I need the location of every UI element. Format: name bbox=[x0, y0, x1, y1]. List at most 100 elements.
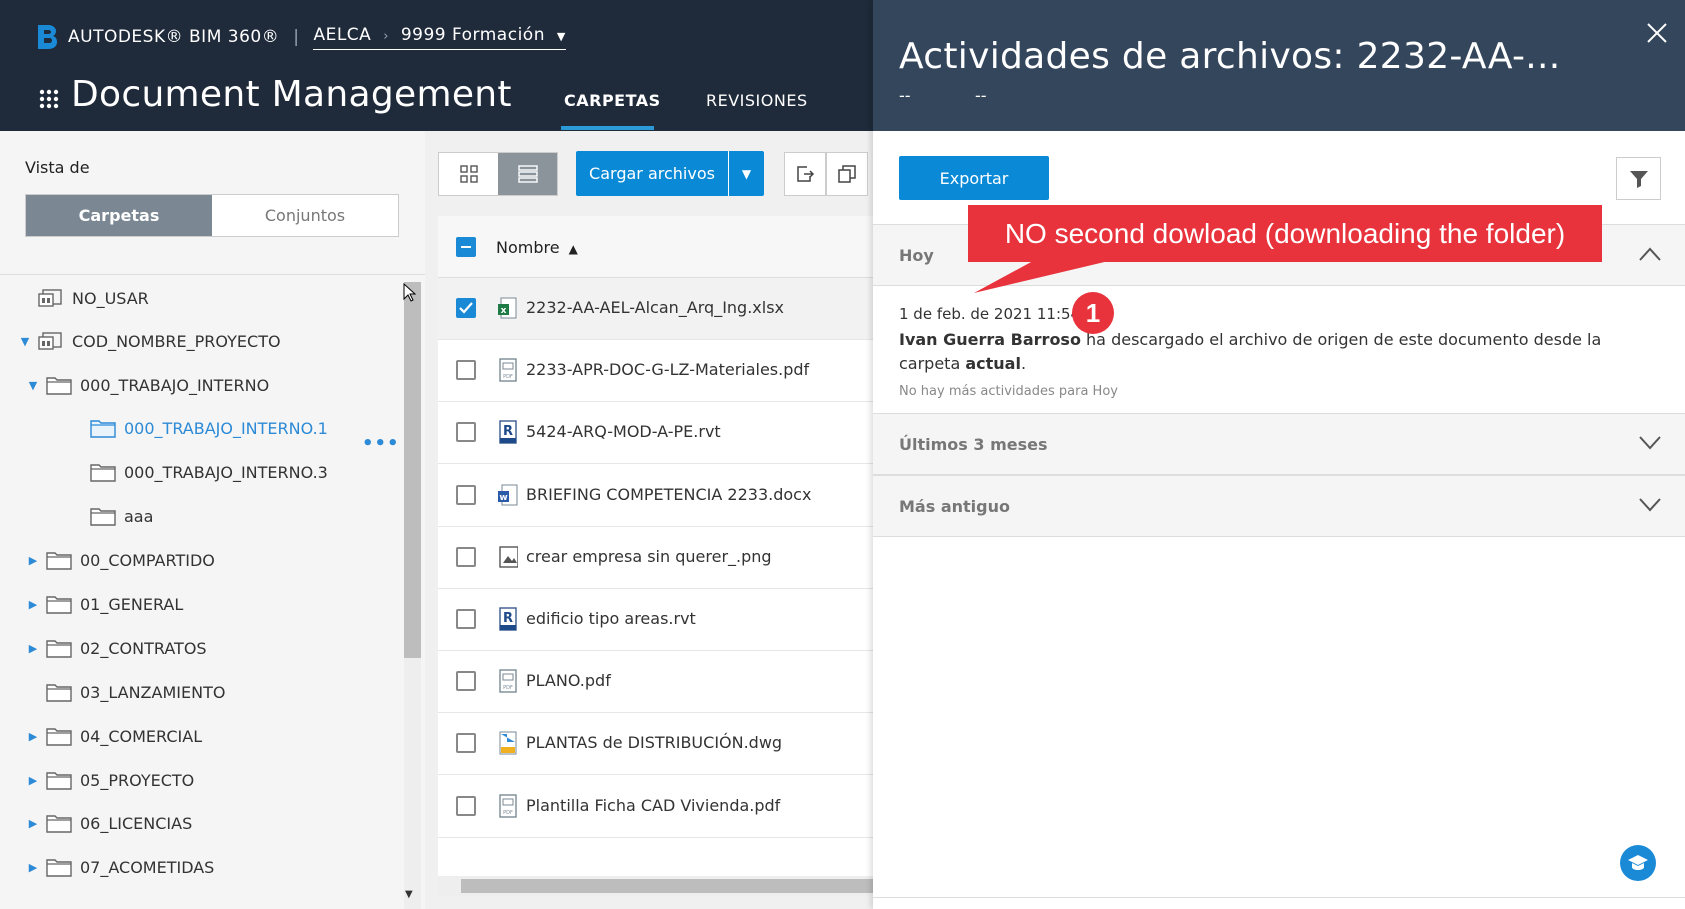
tree-item[interactable]: 000_TRABAJO_INTERNO.3 bbox=[70, 457, 328, 487]
export-button[interactable]: Exportar bbox=[899, 156, 1049, 200]
list-view-button[interactable] bbox=[498, 153, 557, 195]
row-checkbox[interactable] bbox=[456, 484, 476, 505]
folder-icon bbox=[90, 420, 116, 438]
file-name[interactable]: edificio tipo areas.rvt bbox=[526, 609, 696, 628]
move-button[interactable] bbox=[784, 152, 826, 196]
file-name[interactable]: crear empresa sin querer_.png bbox=[526, 547, 772, 566]
file-row[interactable]: R 5424-ARQ-MOD-A-PE.rvt bbox=[438, 402, 873, 465]
tree-item[interactable]: ▶ 06_LICENCIAS bbox=[26, 808, 192, 838]
revit-file-icon: R bbox=[499, 420, 517, 445]
panel-meta-2: -- bbox=[975, 86, 987, 105]
file-name[interactable]: 2232-AA-AEL-Alcan_Arq_Ing.xlsx bbox=[526, 298, 784, 317]
file-row[interactable]: PDF Plantilla Ficha CAD Vivienda.pdf bbox=[438, 775, 873, 838]
project-switcher[interactable]: AELCA › 9999 Formación ▼ bbox=[313, 25, 566, 50]
horizontal-scroll-thumb[interactable] bbox=[461, 879, 873, 893]
indeterminate-mark-icon bbox=[461, 246, 471, 248]
folder-icon bbox=[46, 684, 72, 702]
tree-item[interactable]: ▶ 01_GENERAL bbox=[26, 589, 183, 619]
project-folder-icon bbox=[38, 332, 62, 350]
dwg-file-icon bbox=[499, 731, 517, 755]
grid-view-icon bbox=[459, 165, 478, 183]
tree-item[interactable]: ▶ 04_COMERCIAL bbox=[26, 721, 202, 751]
tree-item[interactable]: ▶ 05_PROYECTO bbox=[26, 765, 194, 795]
collapsed-arrow-icon[interactable]: ▶ bbox=[26, 642, 40, 655]
file-name[interactable]: PLANO.pdf bbox=[526, 671, 611, 690]
folder-icon bbox=[46, 772, 72, 790]
row-checkbox[interactable] bbox=[456, 422, 476, 443]
row-checkbox[interactable] bbox=[456, 733, 476, 754]
grid-view-button[interactable] bbox=[439, 153, 498, 195]
brand-name: AUTODESK® BIM 360® bbox=[68, 27, 280, 47]
upload-dropdown-icon[interactable]: ▼ bbox=[728, 151, 764, 196]
tree-item[interactable]: 000_TRABAJO_INTERNO.1 bbox=[70, 413, 328, 443]
file-name[interactable]: 2233-APR-DOC-G-LZ-Materiales.pdf bbox=[526, 360, 809, 379]
collapsed-arrow-icon[interactable]: ▶ bbox=[26, 861, 40, 874]
no-more-activities: No hay más actividades para Hoy bbox=[899, 384, 1118, 399]
tree-item[interactable]: ▼ COD_NOMBRE_PROYECTO bbox=[18, 326, 281, 356]
file-name[interactable]: Plantilla Ficha CAD Vivienda.pdf bbox=[526, 796, 780, 815]
more-options-icon[interactable]: ••• bbox=[362, 433, 400, 454]
collapsed-arrow-icon[interactable]: ▶ bbox=[26, 774, 40, 787]
folder-icon bbox=[46, 552, 72, 570]
folder-icon bbox=[46, 815, 72, 833]
close-icon[interactable] bbox=[1646, 22, 1668, 44]
row-checkbox[interactable] bbox=[456, 671, 476, 692]
tree-item[interactable]: ▶ 07_ACOMETIDAS bbox=[26, 852, 214, 882]
row-checkbox[interactable] bbox=[456, 609, 476, 629]
tree-item[interactable]: ▶ 00_COMPARTIDO bbox=[26, 545, 215, 575]
file-row[interactable]: PDF PLANO.pdf bbox=[438, 651, 873, 714]
collapsed-arrow-icon[interactable]: ▶ bbox=[26, 730, 40, 743]
column-header-nombre[interactable]: Nombre ▲ bbox=[496, 238, 578, 257]
toggle-conjuntos[interactable]: Conjuntos bbox=[212, 195, 398, 236]
file-row[interactable]: PDF 2233-APR-DOC-G-LZ-Materiales.pdf bbox=[438, 340, 873, 403]
folder-icon bbox=[46, 596, 72, 614]
collapsed-arrow-icon[interactable]: ▶ bbox=[26, 598, 40, 611]
tab-revisiones[interactable]: REVISIONES bbox=[706, 91, 808, 110]
file-row[interactable]: w BRIEFING COMPETENCIA 2233.docx bbox=[438, 464, 873, 527]
file-name[interactable]: BRIEFING COMPETENCIA 2233.docx bbox=[526, 485, 811, 504]
panel-meta-1: -- bbox=[899, 86, 911, 105]
tree-item[interactable]: ▶ 02_CONTRATOS bbox=[26, 633, 207, 663]
svg-text:x: x bbox=[501, 306, 507, 316]
toggle-carpetas[interactable]: Carpetas bbox=[26, 195, 212, 236]
filter-button[interactable] bbox=[1616, 157, 1661, 200]
tree-item-label: 000_TRABAJO_INTERNO.3 bbox=[124, 462, 328, 482]
breadcrumb-chevron-icon: › bbox=[383, 28, 389, 44]
upload-files-button[interactable]: Cargar archivos ▼ bbox=[576, 151, 764, 196]
brand-bar: AUTODESK® BIM 360® | AELCA › 9999 Formac… bbox=[36, 24, 566, 50]
learning-help-button[interactable] bbox=[1620, 845, 1656, 881]
filter-icon bbox=[1629, 170, 1648, 188]
tree-item[interactable]: NO_USAR bbox=[18, 283, 149, 313]
row-checkbox[interactable] bbox=[456, 298, 476, 318]
expanded-arrow-icon[interactable]: ▼ bbox=[26, 379, 40, 392]
scroll-down-arrow-icon[interactable]: ▼ bbox=[405, 889, 413, 900]
row-checkbox[interactable] bbox=[456, 360, 476, 381]
file-name[interactable]: 5424-ARQ-MOD-A-PE.rvt bbox=[526, 422, 721, 441]
file-row[interactable]: x 2232-AA-AEL-Alcan_Arq_Ing.xlsx bbox=[438, 278, 873, 340]
sidebar-scroll-thumb[interactable] bbox=[404, 282, 421, 658]
collapsed-arrow-icon[interactable]: ▶ bbox=[26, 554, 40, 567]
tree-item[interactable]: aaa bbox=[70, 501, 153, 531]
section-ultimos-3-meses[interactable]: Últimos 3 meses bbox=[873, 413, 1685, 475]
file-name[interactable]: PLANTAS de DISTRIBUCIÓN.dwg bbox=[526, 733, 782, 752]
tree-item[interactable]: ▼ 000_TRABAJO_INTERNO bbox=[26, 370, 269, 400]
file-row[interactable]: crear empresa sin querer_.png bbox=[438, 526, 873, 589]
row-checkbox[interactable] bbox=[456, 546, 476, 567]
app-launcher-icon[interactable] bbox=[38, 88, 60, 110]
row-checkbox[interactable] bbox=[456, 795, 476, 816]
tree-item[interactable]: 03_LANZAMIENTO bbox=[26, 677, 225, 707]
copy-button[interactable] bbox=[826, 152, 868, 196]
collapsed-arrow-icon[interactable]: ▶ bbox=[26, 817, 40, 830]
file-row[interactable]: Redificio tipo areas.rvt bbox=[438, 589, 873, 651]
section-mas-antiguo[interactable]: Más antiguo bbox=[873, 475, 1685, 537]
tree-item-label: 00_COMPARTIDO bbox=[80, 550, 215, 570]
file-row[interactable]: PLANTAS de DISTRIBUCIÓN.dwg bbox=[438, 713, 873, 776]
chevron-up-icon bbox=[1639, 247, 1661, 261]
pdf-file-icon: PDF bbox=[499, 793, 517, 818]
excel-file-icon: x bbox=[498, 297, 517, 319]
activity-date: 1 de feb. de 2021 11:54 bbox=[899, 305, 1081, 323]
tab-carpetas[interactable]: CARPETAS bbox=[564, 91, 661, 110]
svg-text:PDF: PDF bbox=[503, 810, 513, 816]
select-all-checkbox[interactable] bbox=[456, 237, 476, 257]
expanded-arrow-icon[interactable]: ▼ bbox=[18, 335, 32, 348]
